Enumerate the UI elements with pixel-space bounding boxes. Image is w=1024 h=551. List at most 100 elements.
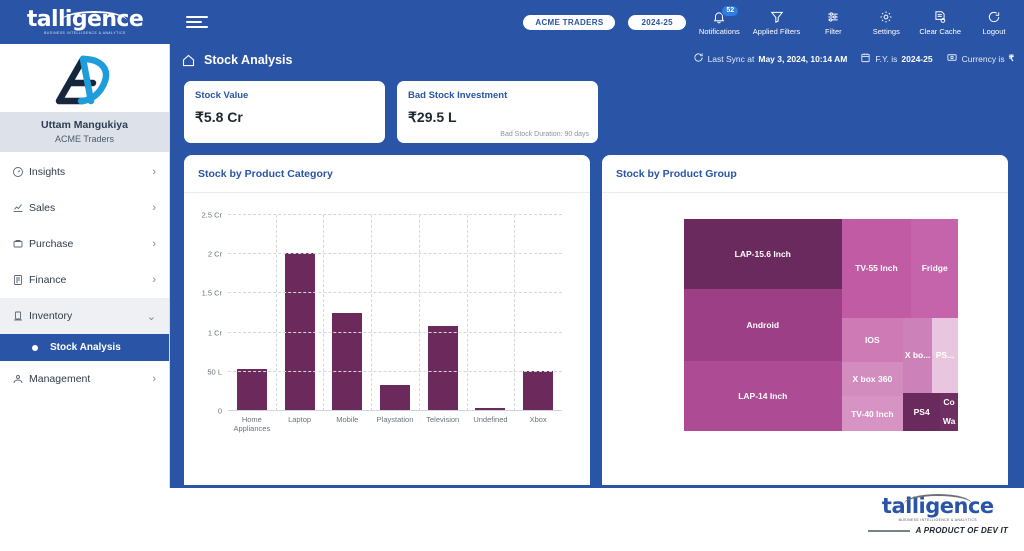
- treemap-cell[interactable]: Wa: [940, 411, 958, 431]
- treemap-cell[interactable]: LAP-14 Inch: [684, 361, 842, 431]
- y-axis-tick-label: 2 Cr: [207, 249, 222, 259]
- brand-logo[interactable]: talligence BUSINESS INTELLIGENCE & ANALY…: [0, 0, 170, 44]
- vertical-gridline: [275, 215, 277, 411]
- logout-label: Logout: [982, 26, 1006, 36]
- brand-tagline: BUSINESS INTELLIGENCE & ANALYTICS: [44, 30, 126, 35]
- home-icon[interactable]: [181, 53, 196, 68]
- clear-cache-label: Clear Cache: [919, 26, 961, 36]
- panel-title: Stock by Product Category: [198, 167, 333, 180]
- sidebar-item-label: Sales: [29, 202, 56, 214]
- chevron-right-icon: ›: [152, 274, 156, 286]
- gridline: 2.5 Cr: [202, 211, 562, 220]
- applied-filters-label: Applied Filters: [752, 26, 801, 36]
- gridline: 50 L: [207, 367, 562, 376]
- sidebar-item-label: Purchase: [29, 238, 74, 250]
- filter-label: Filter: [824, 26, 842, 36]
- sidebar-item-inventory[interactable]: Inventory ⌄: [0, 298, 169, 334]
- kpi-label: Stock Value: [195, 90, 249, 101]
- treemap-cell-label: Fridge: [921, 263, 948, 274]
- treemap-chart[interactable]: LAP-15.6 Inch Android LAP-14 Inch TV-55 Inc…: [602, 193, 1008, 485]
- top-bar: talligence BUSINESS INTELLIGENCE & ANALY…: [0, 0, 1024, 44]
- notifications-button[interactable]: 52 Notifications: [699, 4, 740, 36]
- fiscal-year-status: F.Y. is 2024-25: [860, 52, 933, 65]
- kpi-card-bad-stock-investment[interactable]: Bad Stock Investment ₹29.5 L Bad Stock D…: [397, 81, 598, 143]
- kpi-card-stock-value[interactable]: Stock Value ₹5.8 Cr: [184, 81, 385, 143]
- sidebar-logo[interactable]: [0, 44, 169, 112]
- active-dot-icon: [32, 344, 38, 351]
- sidebar-item-label: Insights: [29, 166, 66, 178]
- logout-icon: [987, 9, 1001, 25]
- bar[interactable]: [427, 326, 458, 411]
- bar-chart[interactable]: 0 50 L 1 Cr 1.5 Cr 2 Cr 2.5 Cr Home Appliance…: [184, 193, 590, 485]
- fiscal-year-value: 2024-25: [901, 53, 933, 64]
- notifications-badge: 52: [721, 4, 740, 17]
- currency-prefix: Currency is: [961, 53, 1005, 64]
- treemap-cell[interactable]: TV-55 Inch: [841, 219, 912, 318]
- sidebar-item-sales[interactable]: Sales ›: [0, 190, 169, 226]
- y-axis-tick-label: 1 Cr: [207, 328, 222, 338]
- logout-button[interactable]: Logout: [974, 9, 1014, 36]
- x-axis-tick-label: Undefined: [473, 415, 508, 424]
- company-pill[interactable]: ACME TRADERS: [523, 14, 616, 30]
- last-sync-prefix: Last Sync at: [707, 53, 755, 64]
- document-refresh-icon: [933, 9, 947, 25]
- sidebar-item-label: Management: [29, 373, 91, 385]
- treemap-cell[interactable]: PS...: [931, 317, 958, 393]
- main-content: Stock Analysis Last Sync at May 3, 2024,…: [170, 44, 1024, 532]
- vertical-gridline: [323, 215, 325, 411]
- bar-cell: [514, 215, 562, 411]
- sidebar-item-management[interactable]: Management ›: [0, 361, 169, 397]
- treemap-cell-label: PS4: [913, 406, 930, 417]
- filter-button[interactable]: Filter: [813, 9, 853, 36]
- bar[interactable]: [236, 369, 267, 411]
- treemap-cell-label: Co: [943, 397, 955, 408]
- y-axis-tick-label: 2.5 Cr: [201, 210, 222, 220]
- kpi-value: ₹29.5 L: [408, 109, 457, 125]
- clear-cache-button[interactable]: Clear Cache: [919, 9, 961, 36]
- bar[interactable]: [523, 371, 554, 411]
- gridline: 2 Cr: [208, 250, 562, 259]
- chevron-right-icon: ›: [152, 373, 156, 385]
- treemap-cell-label: TV-40 Inch: [851, 408, 894, 419]
- treemap-cell-label: PS...: [935, 350, 955, 361]
- sidebar-item-purchase[interactable]: Purchase ›: [0, 226, 169, 262]
- treemap-cell[interactable]: X box 360: [841, 362, 904, 396]
- treemap-cell[interactable]: PS4: [903, 392, 941, 431]
- treemap-cell-label: Wa: [942, 416, 956, 427]
- kpi-label: Bad Stock Investment: [408, 90, 508, 101]
- treemap-cell[interactable]: Fridge: [911, 219, 958, 318]
- treemap-cell[interactable]: Android: [684, 288, 842, 362]
- y-axis-tick-label: 50 L: [207, 367, 222, 377]
- bar-cell: [467, 215, 515, 411]
- fiscal-year-pill[interactable]: 2024-25: [628, 14, 686, 30]
- fiscal-year-prefix: F.Y. is: [875, 53, 898, 64]
- sidebar-item-insights[interactable]: Insights ›: [0, 154, 169, 190]
- finance-icon: [12, 274, 29, 286]
- gridline: 1 Cr: [208, 328, 562, 337]
- x-axis-tick-label: Home Appliances: [233, 415, 271, 434]
- treemap-cell[interactable]: X bo...: [903, 317, 932, 393]
- treemap-cell[interactable]: Co: [940, 392, 958, 412]
- app-root: talligence BUSINESS INTELLIGENCE & ANALY…: [0, 0, 1024, 551]
- x-axis-tick-label: Television: [426, 415, 460, 424]
- sales-chart-icon: [12, 202, 29, 214]
- applied-filters-button[interactable]: Applied Filters: [752, 9, 801, 36]
- hamburger-icon[interactable]: [186, 16, 208, 28]
- panel-stock-by-product-category: Stock by Product Category 0 50 L 1 Cr 1.5 C…: [184, 155, 590, 485]
- treemap-cell[interactable]: IOS: [841, 317, 904, 363]
- sidebar-item-finance[interactable]: Finance ›: [0, 262, 169, 298]
- bar[interactable]: [380, 385, 411, 411]
- settings-button[interactable]: Settings: [866, 9, 906, 36]
- treemap-cell[interactable]: TV-40 Inch: [841, 396, 904, 431]
- treemap-cell-label: TV-55 Inch: [855, 263, 898, 274]
- sidebar-item-stock-analysis[interactable]: Stock Analysis: [0, 334, 169, 361]
- panel-header: Stock by Product Group: [602, 155, 1008, 193]
- vertical-gridline: [371, 215, 373, 411]
- treemap-cell[interactable]: LAP-15.6 Inch: [684, 219, 842, 289]
- bar-cell: [276, 215, 324, 411]
- chevron-right-icon: ›: [152, 166, 156, 178]
- treemap-cell-label: X box 360: [852, 374, 893, 385]
- inventory-icon: [12, 310, 29, 322]
- currency-note-icon: [946, 52, 958, 65]
- bar[interactable]: [332, 313, 363, 411]
